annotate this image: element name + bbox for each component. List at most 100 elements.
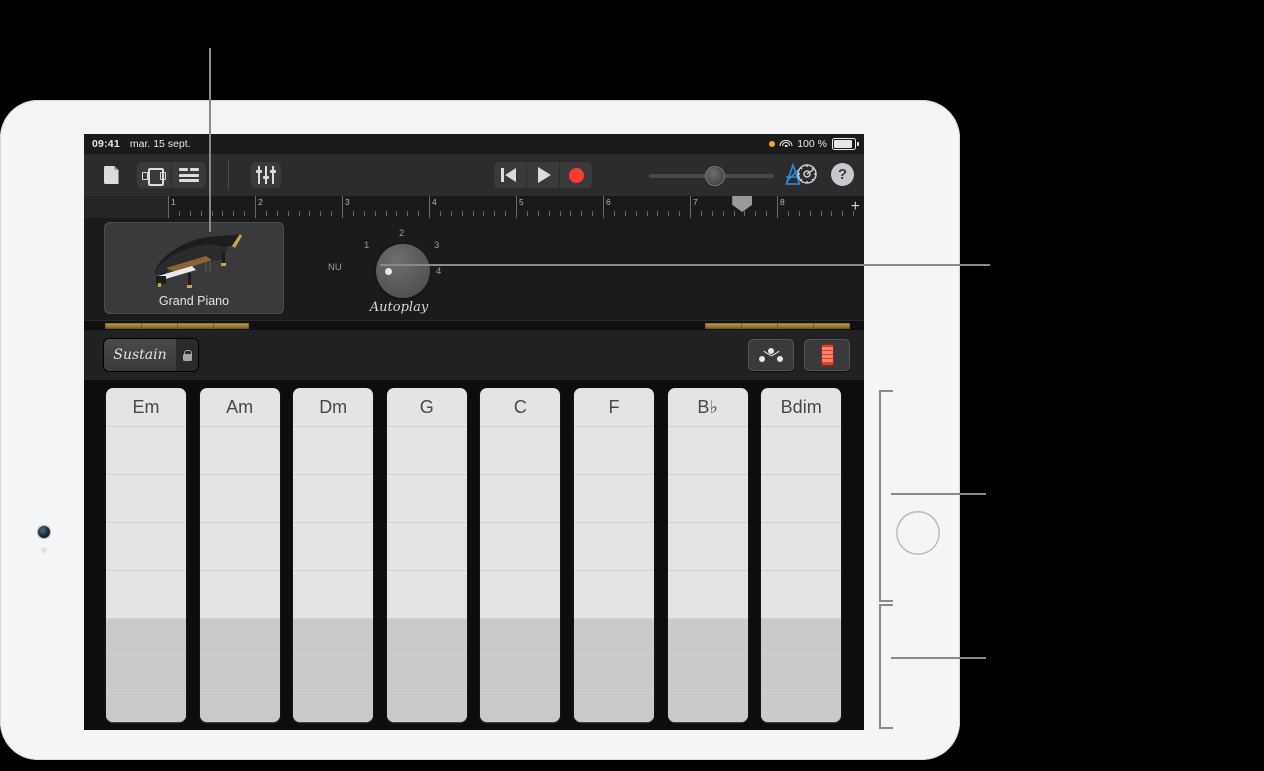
master-volume-slider[interactable] xyxy=(649,167,774,185)
chord-strip-row-bass[interactable] xyxy=(293,618,374,655)
chord-strips-upper-bracket xyxy=(879,390,893,602)
chord-strip-row-bass[interactable] xyxy=(293,692,374,722)
chord-strip-row[interactable] xyxy=(480,474,561,522)
chord-strip-row[interactable] xyxy=(667,522,748,570)
chord-strip-row[interactable] xyxy=(106,426,186,474)
chord-strip-row[interactable] xyxy=(667,474,748,522)
chord-strip-row[interactable] xyxy=(667,570,748,618)
chord-strip-row-bass[interactable] xyxy=(667,655,748,692)
autoplay-title: Autoplay xyxy=(369,300,429,315)
chord-strip-row-bass[interactable] xyxy=(574,692,654,722)
chord-strip-row[interactable] xyxy=(293,474,374,522)
chord-strip-row-bass[interactable] xyxy=(106,655,186,692)
chord-strip-row-bass[interactable] xyxy=(761,692,842,722)
chord-strip-row[interactable] xyxy=(574,522,654,570)
chord-strip-row[interactable] xyxy=(386,570,467,618)
chord-strip[interactable]: C xyxy=(480,388,561,722)
play-button[interactable] xyxy=(526,162,559,188)
chord-strip-row[interactable] xyxy=(574,426,654,474)
record-button[interactable] xyxy=(559,162,592,188)
chord-strips-area[interactable]: Em Am Dm G C F B♭ Bdim xyxy=(84,380,864,730)
chord-strip-row[interactable] xyxy=(480,570,561,618)
chord-strip-row[interactable] xyxy=(199,522,280,570)
autoplay-pos-4[interactable]: 4 xyxy=(436,266,441,277)
chord-strip-row-bass[interactable] xyxy=(293,655,374,692)
fx-button[interactable] xyxy=(251,162,281,188)
sustain-button[interactable]: Sustain xyxy=(104,339,176,371)
chord-strip-row[interactable] xyxy=(106,522,186,570)
chord-strip[interactable]: G xyxy=(386,388,467,722)
chord-strip-row[interactable] xyxy=(480,426,561,474)
chord-strip-row[interactable] xyxy=(574,570,654,618)
autoplay-pos-3[interactable]: 3 xyxy=(434,240,439,251)
chord-strip-row-bass[interactable] xyxy=(761,655,842,692)
chord-strip-row[interactable] xyxy=(574,474,654,522)
status-bar: 09:41 mar. 15 sept. 100 % xyxy=(84,134,864,154)
tracks-view-button[interactable] xyxy=(171,162,206,188)
chord-strip-row-bass[interactable] xyxy=(480,692,561,722)
rewind-button[interactable] xyxy=(494,162,526,188)
chord-strip-row[interactable] xyxy=(199,474,280,522)
chord-strip[interactable]: Em xyxy=(106,388,186,722)
chord-strip-row[interactable] xyxy=(199,426,280,474)
chord-strip-row-bass[interactable] xyxy=(574,655,654,692)
chord-strip[interactable]: Dm xyxy=(293,388,374,722)
wifi-icon xyxy=(779,139,793,149)
chord-strip-row[interactable] xyxy=(386,426,467,474)
chord-strip-row[interactable] xyxy=(667,426,748,474)
chord-strip-row[interactable] xyxy=(106,474,186,522)
chord-strip-row-bass[interactable] xyxy=(386,618,467,655)
chord-strip-row[interactable] xyxy=(761,522,842,570)
chord-strip-label: F xyxy=(608,396,620,417)
chord-strip-row-bass[interactable] xyxy=(761,618,842,655)
chord-strip-row-bass[interactable] xyxy=(480,655,561,692)
chord-strip-row-bass[interactable] xyxy=(199,618,280,655)
mixer-sliders-icon xyxy=(255,166,276,184)
timeline-ruler[interactable]: 12345678 + xyxy=(84,196,864,219)
chord-strip[interactable]: B♭ xyxy=(667,388,748,722)
chord-strip[interactable]: F xyxy=(574,388,654,722)
sustain-lock-button[interactable] xyxy=(176,339,198,371)
my-songs-button[interactable] xyxy=(96,162,126,188)
chord-strip-row[interactable] xyxy=(761,570,842,618)
help-button[interactable]: ? xyxy=(831,162,854,186)
autoplay-knob[interactable] xyxy=(376,244,430,298)
document-icon xyxy=(103,166,119,184)
chord-strips-button[interactable] xyxy=(804,339,850,371)
settings-button[interactable] xyxy=(795,162,819,186)
view-segmented-control[interactable] xyxy=(137,162,206,188)
chord-strip-row[interactable] xyxy=(761,474,842,522)
chord-strip-row-bass[interactable] xyxy=(386,692,467,722)
chord-strip-row[interactable] xyxy=(106,570,186,618)
chord-strip-row-bass[interactable] xyxy=(199,655,280,692)
chord-strip-row-bass[interactable] xyxy=(574,618,654,655)
chord-strip-row[interactable] xyxy=(386,474,467,522)
chord-strip-row-bass[interactable] xyxy=(667,692,748,722)
chord-strip-row[interactable] xyxy=(199,570,280,618)
slider-knob[interactable] xyxy=(706,167,724,185)
chord-strip[interactable]: Bdim xyxy=(761,388,842,722)
chord-strip-row-bass[interactable] xyxy=(106,692,186,722)
chord-strip-row-bass[interactable] xyxy=(480,618,561,655)
chord-strip-row[interactable] xyxy=(761,426,842,474)
autoplay-pos-nu[interactable]: NU xyxy=(328,262,342,273)
instrument-browser-button[interactable] xyxy=(137,162,171,188)
add-section-button[interactable]: + xyxy=(851,199,860,215)
chord-strip-row-bass[interactable] xyxy=(106,618,186,655)
chord-strip-row[interactable] xyxy=(293,570,374,618)
autoplay-pos-2[interactable]: 2 xyxy=(399,228,404,239)
chord-strip-row[interactable] xyxy=(293,522,374,570)
chord-strip-row-bass[interactable] xyxy=(386,655,467,692)
home-button[interactable] xyxy=(896,511,940,555)
playhead-marker[interactable] xyxy=(732,196,753,218)
brass-segment-left xyxy=(105,323,249,329)
instrument-card[interactable]: Grand Piano xyxy=(104,222,284,314)
chords-notes-button[interactable] xyxy=(748,339,794,371)
chord-strip-row-bass[interactable] xyxy=(667,618,748,655)
chord-strip-row[interactable] xyxy=(386,522,467,570)
chord-strip-row[interactable] xyxy=(293,426,374,474)
autoplay-pos-1[interactable]: 1 xyxy=(364,240,369,251)
chord-strip[interactable]: Am xyxy=(199,388,280,722)
chord-strip-row-bass[interactable] xyxy=(199,692,280,722)
chord-strip-row[interactable] xyxy=(480,522,561,570)
